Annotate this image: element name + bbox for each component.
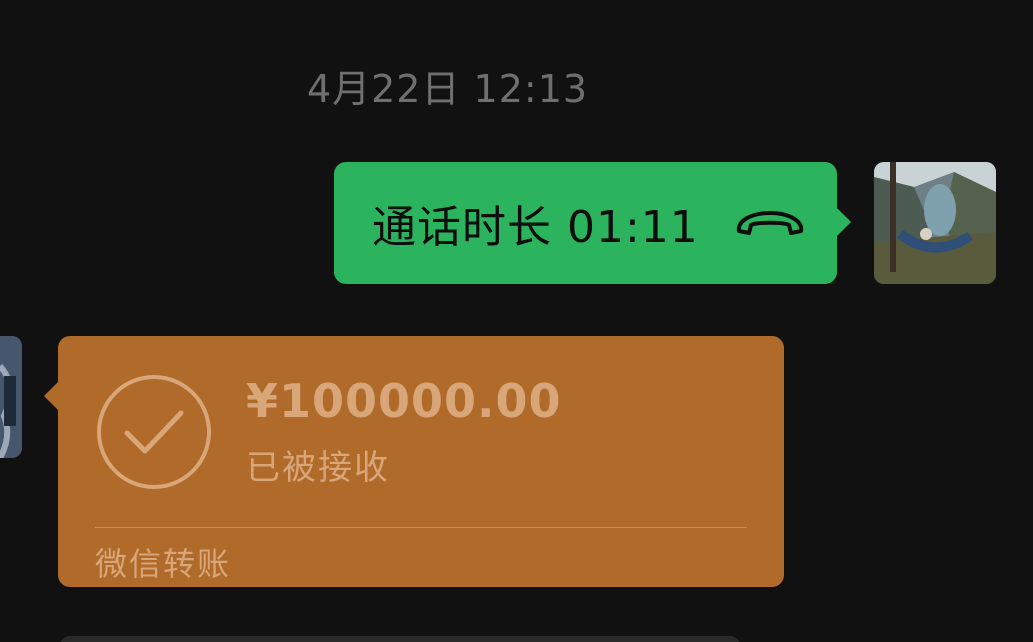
transfer-footer-label: 微信转账 (95, 545, 232, 583)
transfer-amount: ¥100000.00 (246, 374, 562, 428)
phone-hangup-icon (733, 203, 807, 243)
call-record-bubble[interactable]: 通话时长 01:11 (334, 162, 851, 284)
call-duration-text: 通话时长 01:11 (372, 202, 699, 253)
message-timestamp: 4月22日 12:13 (306, 67, 589, 111)
card-divider (95, 527, 747, 528)
my-avatar[interactable] (874, 162, 996, 284)
check-circle-icon (97, 375, 211, 489)
transfer-card[interactable]: ¥100000.00 已被接收 微信转账 (44, 336, 784, 587)
next-message-edge (60, 636, 740, 642)
chat-screen: 4月22日 12:13 通话时长 01:11 ¥100000.00 已被接收 微… (0, 0, 1033, 642)
contact-avatar[interactable] (0, 336, 22, 458)
transfer-status: 已被接收 (246, 448, 390, 488)
